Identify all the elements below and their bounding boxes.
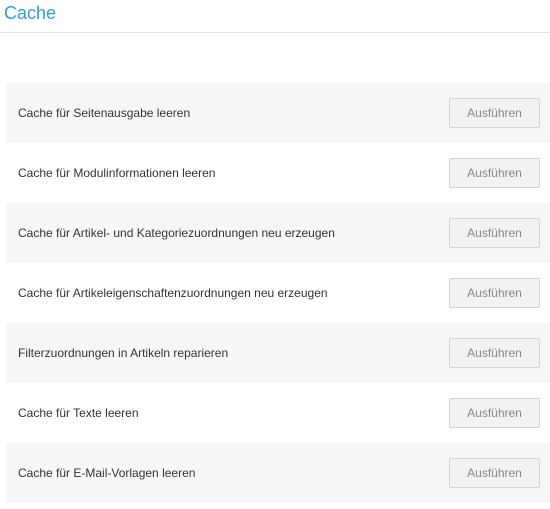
- run-clear-email-template-cache-button[interactable]: Ausführen: [449, 458, 540, 488]
- run-rebuild-property-assignment-cache-button[interactable]: Ausführen: [449, 278, 540, 308]
- action-row-rebuild-category-assignment-cache: Cache für Artikel- und Kategoriezuordnun…: [6, 203, 550, 263]
- run-repair-filter-assignments-button[interactable]: Ausführen: [449, 338, 540, 368]
- action-label: Cache für E-Mail-Vorlagen leeren: [18, 466, 196, 480]
- action-row-clear-text-cache: Cache für Texte leeren Ausführen: [6, 383, 550, 443]
- action-row-clear-page-output-cache: Cache für Seitenausgabe leeren Ausführen: [6, 83, 550, 143]
- page-title: Cache: [4, 3, 57, 23]
- run-rebuild-category-assignment-cache-button[interactable]: Ausführen: [449, 218, 540, 248]
- action-row-repair-filter-assignments: Filterzuordnungen in Artikeln reparieren…: [6, 323, 550, 383]
- action-row-rebuild-property-assignment-cache: Cache für Artikeleigenschaftenzuordnunge…: [6, 263, 550, 323]
- action-label: Cache für Seitenausgabe leeren: [18, 106, 191, 120]
- action-row-clear-module-info-cache: Cache für Modulinformationen leeren Ausf…: [6, 143, 550, 203]
- run-clear-text-cache-button[interactable]: Ausführen: [449, 398, 540, 428]
- action-row-clear-email-template-cache: Cache für E-Mail-Vorlagen leeren Ausführ…: [6, 443, 550, 503]
- run-clear-page-output-cache-button[interactable]: Ausführen: [449, 98, 540, 128]
- run-clear-module-info-cache-button[interactable]: Ausführen: [449, 158, 540, 188]
- action-label: Cache für Artikeleigenschaftenzuordnunge…: [18, 286, 328, 300]
- action-label: Cache für Modulinformationen leeren: [18, 166, 216, 180]
- action-label: Cache für Artikel- und Kategoriezuordnun…: [18, 226, 335, 240]
- cache-action-list: Cache für Seitenausgabe leeren Ausführen…: [6, 83, 550, 503]
- action-label: Filterzuordnungen in Artikeln reparieren: [18, 346, 229, 360]
- action-label: Cache für Texte leeren: [18, 406, 139, 420]
- page-header: Cache: [0, 0, 550, 33]
